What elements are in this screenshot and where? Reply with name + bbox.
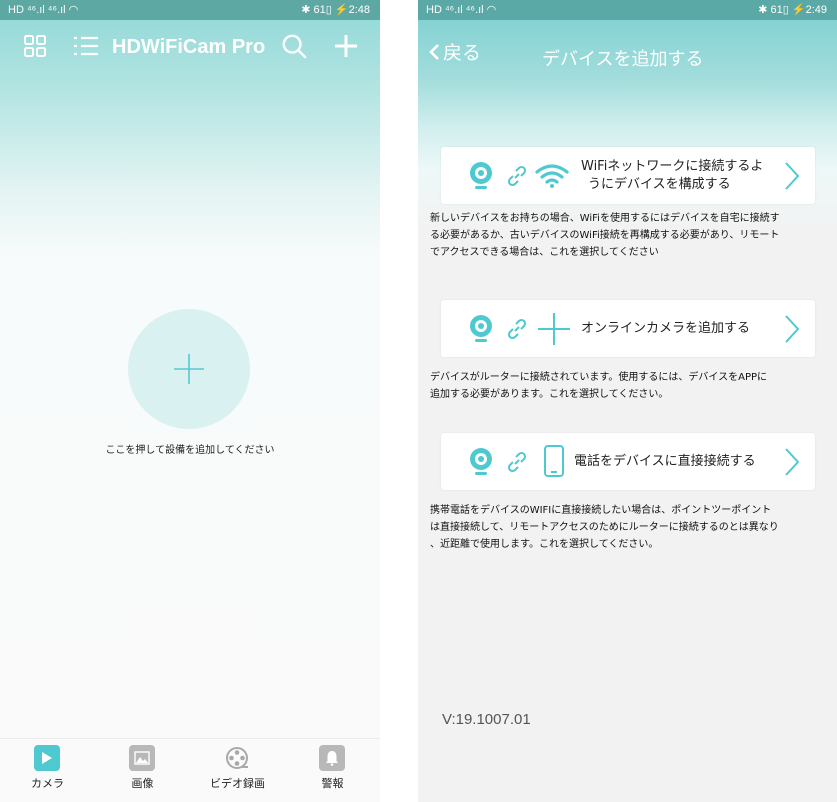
add-device-screen: HD ⁴⁶.ıl ⁴⁶.ıl ◠ ✱ 61▯ ⚡2:49 戻る デバイスを追加す… (418, 0, 837, 802)
link-icon (505, 164, 529, 192)
desc-line: 、近距離で使用します。これを選択してください。 (430, 539, 659, 550)
desc-line: 新しいデバイスをお持ちの場合、WiFiを使用するにはデバイスを自宅に接続す (430, 213, 780, 224)
tab-label: ビデオ録画 (210, 777, 265, 790)
option-configure-wifi[interactable]: WiFiネットワークに接続するよ うにデバイスを構成する (441, 147, 815, 204)
option-label-line1: WiFiネットワークに接続するよ (581, 159, 764, 174)
link-icon (505, 317, 529, 345)
desc-line: る必要があるか、古いデバイスのWiFi接続を再構成する必要があり、リモート (430, 230, 780, 241)
wifi-icon (535, 163, 569, 193)
signal-indicators: HD ⁴⁶.ıl ⁴⁶.ıl ◠ (426, 4, 497, 16)
plus-icon (174, 354, 204, 384)
desc-line: 追加する必要があります。これを選択してください。 (430, 389, 669, 400)
desc-line: デバイスがルーターに接続されています。使用するには、デバイスをAPPに (430, 372, 768, 383)
grid-icon[interactable] (22, 33, 48, 59)
phone-icon (543, 444, 565, 482)
option-description: 携帯電話をデバイスのWIFIに直接接続したい場合は、ポイントツーポイント は直接… (430, 502, 830, 553)
option-label-line2: うにデバイスを構成する (588, 177, 731, 192)
camera-list-screen: HD ⁴⁶.ıl ⁴⁶.ıl ◠ ✱ 61▯ ⚡2:48 HDWiFiCam P… (0, 0, 380, 802)
option-description: 新しいデバイスをお持ちの場合、WiFiを使用するにはデバイスを自宅に接続す る必… (430, 210, 830, 261)
option-add-online-camera[interactable]: オンラインカメラを追加する (441, 300, 815, 357)
camera-icon (467, 161, 495, 195)
status-bar: HD ⁴⁶.ıl ⁴⁶.ıl ◠ ✱ 61▯ ⚡2:48 (0, 0, 380, 20)
tab-alarm[interactable]: 警報 (285, 739, 380, 802)
link-icon (505, 450, 529, 478)
camera-icon (467, 314, 495, 348)
app-header: HDWiFiCam Pro (0, 20, 380, 74)
search-icon[interactable] (281, 33, 307, 59)
desc-line: は直接接続して、リモートアクセスのためにルーターに接続するのとは異なり (430, 522, 779, 533)
option-label: WiFiネットワークに接続するよ うにデバイスを構成する (581, 158, 763, 194)
status-bar: HD ⁴⁶.ıl ⁴⁶.ıl ◠ ✱ 61▯ ⚡2:49 (418, 0, 837, 20)
chevron-left-icon (429, 43, 439, 60)
tab-camera[interactable]: カメラ (0, 739, 95, 802)
page-title: デバイスを追加する (542, 49, 704, 70)
add-camera-plus-icon[interactable] (333, 33, 359, 59)
back-label: 戻る (443, 42, 482, 64)
battery-level: 61 (770, 4, 783, 16)
chevron-right-icon (783, 447, 801, 481)
tab-label: 画像 (131, 777, 154, 790)
option-description: デバイスがルーターに接続されています。使用するには、デバイスをAPPに 追加する… (430, 369, 830, 403)
bell-icon (319, 745, 345, 771)
tab-images[interactable]: 画像 (95, 739, 190, 802)
tab-label: カメラ (31, 777, 64, 790)
tab-label: 警報 (321, 777, 344, 790)
bottom-nav: カメラ 画像 ビデオ録画 警報 (0, 738, 380, 802)
signal-indicators: HD ⁴⁶.ıl ⁴⁶.ıl ◠ (8, 4, 79, 16)
film-reel-icon (224, 745, 250, 771)
option-label: 電話をデバイスに直接接続する (574, 454, 756, 469)
desc-line: でアクセスできる場合は、これを選択してください (430, 247, 659, 258)
clock-battery: ✱ 61▯ ⚡2:49 (758, 4, 827, 16)
chevron-right-icon (783, 161, 801, 195)
tab-video-recording[interactable]: ビデオ録画 (190, 739, 285, 802)
back-button[interactable]: 戻る (428, 38, 481, 65)
image-icon (129, 745, 155, 771)
battery-level: 61 (313, 4, 326, 16)
clock-battery: ✱ 61▯ ⚡2:48 (301, 4, 370, 16)
chevron-right-icon (783, 314, 801, 348)
option-direct-phone-connect[interactable]: 電話をデバイスに直接接続する (441, 433, 815, 490)
add-device-button[interactable] (128, 309, 250, 429)
app-version: V:19.1007.01 (442, 711, 531, 728)
list-icon[interactable] (73, 33, 99, 59)
plus-icon (537, 312, 571, 350)
option-label: オンラインカメラを追加する (581, 321, 751, 336)
desc-line: 携帯電話をデバイスのWIFIに直接接続したい場合は、ポイントツーポイント (430, 505, 772, 516)
app-title: HDWiFiCam Pro (112, 36, 266, 58)
play-icon (34, 745, 60, 771)
add-device-hint: ここを押して設備を追加してください (105, 445, 275, 456)
status-time: 2:48 (348, 4, 370, 16)
status-time: 2:49 (805, 4, 827, 16)
camera-icon (467, 447, 495, 481)
